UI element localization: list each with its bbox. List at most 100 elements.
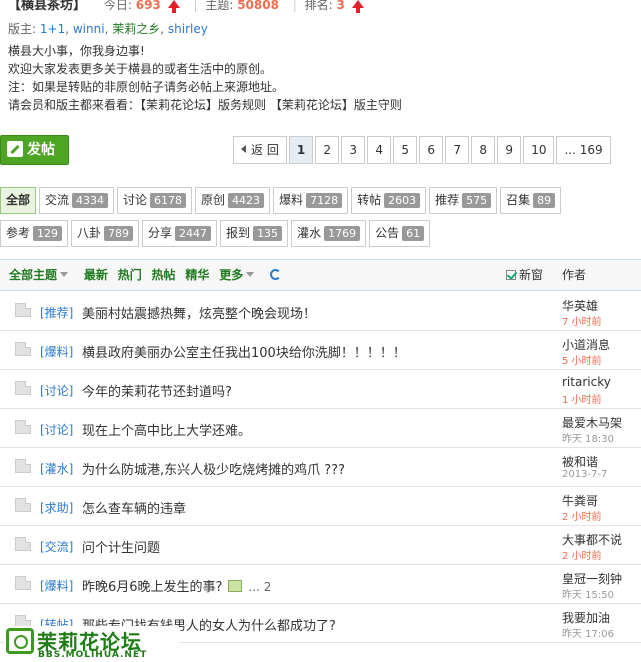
- thread-author[interactable]: 皇冠一刻钟: [562, 570, 622, 587]
- type-tab[interactable]: 原创 4423: [195, 187, 271, 214]
- thread-category[interactable]: [爆料]: [40, 343, 73, 360]
- thread-subject[interactable]: 怎么查车辆的违章: [82, 498, 186, 517]
- filter-latest[interactable]: 最新: [84, 260, 108, 290]
- thread-subject[interactable]: 今年的茉莉花节还封道吗?: [82, 381, 232, 400]
- page-link[interactable]: 10: [523, 136, 555, 164]
- new-window-toggle[interactable]: 新窗: [506, 260, 543, 290]
- topics-label: 主题:: [205, 0, 234, 12]
- page-link[interactable]: 6: [419, 136, 444, 164]
- moderator-link[interactable]: winni: [73, 22, 105, 36]
- table-row: [求助] 怎么查车辆的违章 牛粪哥 2 小时前: [0, 487, 641, 526]
- type-tab[interactable]: 讨论 6178: [117, 187, 193, 214]
- type-count-badge: 135: [253, 226, 283, 241]
- document-icon[interactable]: [15, 459, 31, 473]
- thread-author[interactable]: 大事都不说: [562, 531, 622, 548]
- type-tab[interactable]: 分享 2447: [142, 220, 218, 247]
- back-label: 返 回: [251, 143, 279, 157]
- type-tab-all[interactable]: 全部: [0, 187, 37, 214]
- thread-subject[interactable]: 为什么防城港,东兴人极少吃烧烤摊的鸡爪 ???: [82, 459, 345, 478]
- type-tab[interactable]: 参考 129: [0, 220, 69, 247]
- type-label: 爆料: [279, 193, 304, 207]
- page-link[interactable]: 2: [315, 136, 340, 164]
- page-link-current[interactable]: 1: [288, 136, 314, 164]
- thread-time: 1 小时前: [562, 395, 602, 406]
- thread-time: 5 小时前: [562, 356, 602, 367]
- thread-author[interactable]: 我要加油: [562, 609, 610, 626]
- thread-category[interactable]: [交流]: [40, 538, 73, 555]
- thread-subject-wrap: 昨晚6月6晚上发生的事? ... 2: [82, 576, 271, 595]
- thread-category[interactable]: [讨论]: [40, 421, 73, 438]
- thread-subject[interactable]: 问个计生问题: [82, 537, 160, 556]
- thread-author[interactable]: 最爱木马架: [562, 414, 622, 431]
- thread-category[interactable]: [推荐]: [40, 304, 73, 321]
- page-link[interactable]: 9: [497, 136, 522, 164]
- desc-line: 横县大小事，你我身边事!: [8, 44, 145, 58]
- page-link[interactable]: 7: [445, 136, 470, 164]
- new-post-button[interactable]: 发帖: [0, 135, 69, 165]
- page-link[interactable]: 4: [367, 136, 392, 164]
- thread-category[interactable]: [讨论]: [40, 382, 73, 399]
- type-count-badge: 2447: [175, 226, 212, 241]
- type-count-badge: 575: [462, 193, 492, 208]
- type-tab[interactable]: 灌水 1769: [291, 220, 367, 247]
- type-tab[interactable]: 交流 4334: [39, 187, 115, 214]
- thread-subject[interactable]: 现在上个高中比上大学还难。: [82, 420, 251, 439]
- document-icon[interactable]: [15, 342, 31, 356]
- type-tab[interactable]: 八卦 789: [71, 220, 140, 247]
- type-tab[interactable]: 推荐 575: [429, 187, 498, 214]
- pen-icon: [7, 141, 23, 157]
- thread-subject[interactable]: 横县政府美丽办公室主任我出100块给你洗脚！！！！！: [82, 342, 406, 361]
- page-link[interactable]: 3: [341, 136, 366, 164]
- topics-count: 50808: [237, 0, 279, 12]
- type-tab[interactable]: 报到 135: [220, 220, 289, 247]
- divider: |: [193, 0, 198, 12]
- filter-more[interactable]: 更多: [219, 260, 255, 290]
- thread-author[interactable]: 小道消息: [562, 336, 610, 353]
- thread-subject[interactable]: 美丽村姑震撼热舞，炫亮整个晚会现场！: [82, 303, 316, 322]
- type-label: 原创: [201, 193, 226, 207]
- back-button[interactable]: 返 回: [233, 136, 287, 164]
- filter-label: 更多: [219, 268, 244, 282]
- type-label: 分享: [148, 226, 173, 240]
- checkbox-icon[interactable]: [506, 270, 516, 280]
- filter-hot[interactable]: 热门: [118, 260, 142, 290]
- thread-subject[interactable]: 昨晚6月6晚上发生的事?: [82, 580, 222, 595]
- thread-author[interactable]: 牛粪哥: [562, 492, 598, 509]
- type-label: 灌水: [297, 226, 322, 240]
- type-count-badge: 4423: [228, 193, 265, 208]
- thread-pages-link[interactable]: ... 2: [248, 580, 271, 594]
- up-arrow-icon: [351, 0, 364, 13]
- document-icon[interactable]: [15, 537, 31, 551]
- thread-time: 昨天 15:50: [562, 590, 614, 601]
- page-link[interactable]: 5: [393, 136, 418, 164]
- refresh-icon[interactable]: [270, 269, 282, 280]
- thread-author[interactable]: ritaricky: [562, 375, 611, 389]
- type-tab[interactable]: 公告 61: [369, 220, 431, 247]
- new-window-label: 新窗: [519, 268, 544, 282]
- type-count-badge: 1769: [324, 226, 361, 241]
- page-link-last[interactable]: ... 169: [556, 136, 611, 164]
- document-icon[interactable]: [15, 381, 31, 395]
- moderator-link[interactable]: shirley: [168, 22, 208, 36]
- type-tab[interactable]: 转帖 2603: [351, 187, 427, 214]
- thread-category[interactable]: [灌水]: [40, 460, 73, 477]
- thread-category[interactable]: [爆料]: [40, 577, 73, 594]
- page-link[interactable]: 8: [471, 136, 496, 164]
- thread-time: 昨天 18:30: [562, 434, 614, 445]
- type-tab[interactable]: 爆料 7128: [273, 187, 349, 214]
- document-icon[interactable]: [15, 420, 31, 434]
- thread-author[interactable]: 华英雄: [562, 297, 598, 314]
- type-tab[interactable]: 召集 89: [500, 187, 562, 214]
- thread-author[interactable]: 被和谐: [562, 453, 598, 470]
- document-icon[interactable]: [15, 498, 31, 512]
- thread-category[interactable]: [求助]: [40, 499, 73, 516]
- filter-all-topics[interactable]: 全部主题: [9, 260, 69, 290]
- filter-hot-posts[interactable]: 热帖: [152, 260, 176, 290]
- document-icon[interactable]: [15, 303, 31, 317]
- moderators-label: 版主:: [8, 22, 37, 36]
- desc-line: 注：如果是转贴的非原创帖子请务必帖上来源地址。: [8, 80, 285, 94]
- moderator-link[interactable]: 1+1: [40, 22, 65, 36]
- moderator-link[interactable]: 茉莉之乡: [112, 22, 160, 36]
- document-icon[interactable]: [15, 576, 31, 590]
- filter-digest[interactable]: 精华: [185, 260, 209, 290]
